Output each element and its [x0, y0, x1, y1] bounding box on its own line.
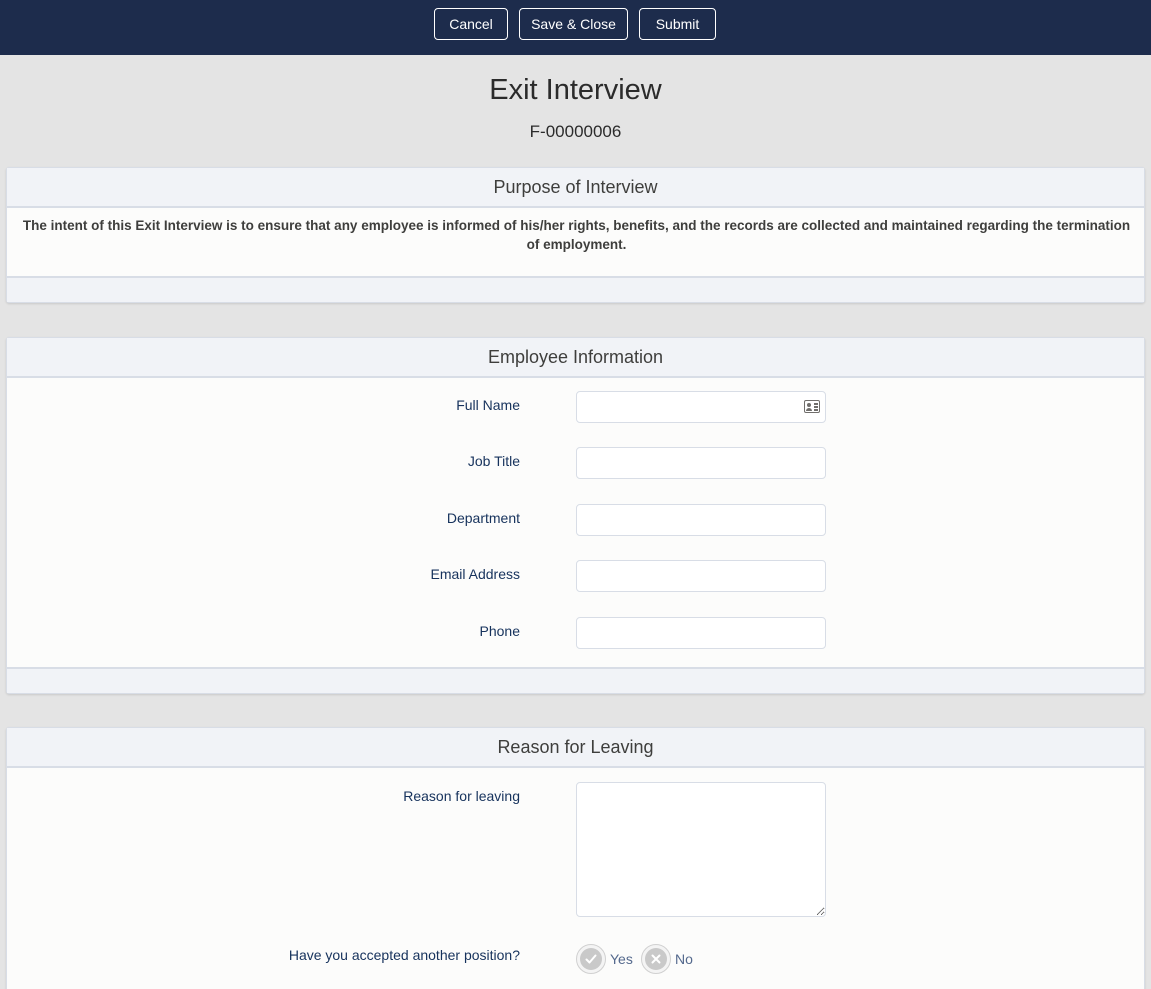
employee-information-section: Employee Information Full Name Job Title…	[6, 337, 1145, 694]
department-label: Department	[446, 510, 520, 526]
full-name-label: Full Name	[456, 397, 520, 413]
purpose-text: The intent of this Exit Interview is to …	[22, 218, 1131, 252]
contact-card-icon[interactable]	[804, 400, 820, 413]
accepted-position-yes-option[interactable]: Yes	[576, 943, 633, 975]
form-id: F-00000006	[529, 122, 622, 141]
reason-for-leaving-textarea[interactable]	[576, 782, 826, 917]
no-label: No	[675, 951, 693, 967]
cancel-button[interactable]: Cancel	[434, 8, 508, 40]
purpose-section-header: Purpose of Interview	[7, 168, 1144, 208]
yes-radio[interactable]	[576, 944, 606, 974]
reason-section-header: Reason for Leaving	[7, 728, 1144, 768]
save-and-close-button[interactable]: Save & Close	[519, 8, 628, 40]
purpose-section-footer	[7, 276, 1144, 302]
employee-section-footer	[7, 667, 1144, 693]
job-title-label: Job Title	[467, 453, 520, 469]
accepted-position-no-option[interactable]: No	[641, 943, 693, 975]
reason-for-leaving-section: Reason for Leaving Reason for leaving Ha…	[6, 727, 1145, 989]
purpose-section: Purpose of Interview The intent of this …	[6, 167, 1145, 303]
phone-input[interactable]	[576, 617, 826, 649]
form-title: Exit Interview	[489, 74, 662, 106]
phone-label: Phone	[479, 623, 520, 639]
job-title-input[interactable]	[576, 447, 826, 479]
x-icon	[651, 954, 661, 964]
top-action-bar: Cancel Save & Close Submit	[0, 0, 1151, 55]
check-icon	[585, 954, 597, 964]
email-address-label: Email Address	[430, 566, 520, 582]
full-name-input[interactable]	[576, 391, 826, 423]
yes-label: Yes	[610, 951, 633, 967]
no-radio[interactable]	[641, 944, 671, 974]
department-input[interactable]	[576, 504, 826, 536]
reason-for-leaving-label: Reason for leaving	[403, 788, 520, 804]
email-address-input[interactable]	[576, 560, 826, 592]
submit-button[interactable]: Submit	[639, 8, 716, 40]
accepted-position-label: Have you accepted another position?	[288, 947, 520, 963]
employee-section-header: Employee Information	[7, 338, 1144, 378]
